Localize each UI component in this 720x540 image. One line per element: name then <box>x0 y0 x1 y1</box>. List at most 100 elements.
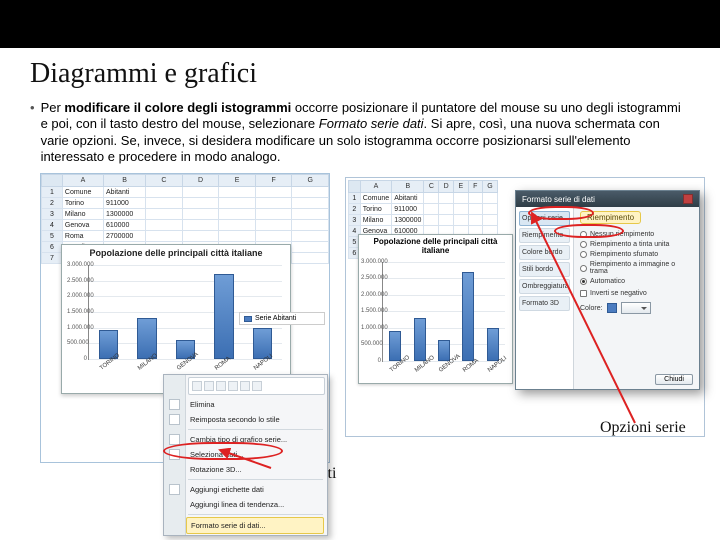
cell <box>146 231 183 242</box>
cell <box>255 198 292 209</box>
cell <box>292 220 329 231</box>
menu-label: Elimina <box>190 400 215 409</box>
col-header: D <box>439 181 454 193</box>
mini-toolbar[interactable] <box>188 377 325 395</box>
bar <box>214 274 233 359</box>
chart-title: Popolazione delle principali città itali… <box>66 249 286 259</box>
cell: Genova <box>62 220 103 231</box>
dialog-title: Formato serie di dati <box>522 195 595 204</box>
arrow-icon <box>510 208 640 428</box>
cell <box>146 220 183 231</box>
menu-label: Reimposta secondo lo stile <box>190 415 280 424</box>
cell <box>219 231 256 242</box>
body-paragraph: • Per modificare il colore degli istogra… <box>30 100 690 165</box>
col-header: F <box>468 181 482 193</box>
col-header: F <box>255 175 292 187</box>
legend-label: Serie Abitanti <box>255 315 296 322</box>
col-header: A <box>360 181 391 193</box>
cell <box>182 198 219 209</box>
cell <box>219 198 256 209</box>
cell <box>439 215 454 226</box>
cell <box>468 215 482 226</box>
highlight-oval-formato <box>163 442 283 460</box>
cell <box>146 187 183 198</box>
bullet-dot: • <box>30 100 35 165</box>
cell <box>292 242 329 253</box>
cell <box>454 204 469 215</box>
cell: 1300000 <box>103 209 145 220</box>
col-header: B <box>392 181 424 193</box>
cell <box>292 253 329 264</box>
left-screenshot: ABCDEFG 1ComuneAbitanti2Torino9110003Mil… <box>40 173 330 463</box>
bar <box>414 318 426 361</box>
cell: 1300000 <box>392 215 424 226</box>
cell <box>424 215 439 226</box>
row-number: 2 <box>42 198 63 209</box>
text-italic: Formato serie dati <box>319 116 424 131</box>
cell <box>439 204 454 215</box>
cell: Comune <box>360 193 391 204</box>
menu-label: Aggiungi linea di tendenza... <box>190 500 284 509</box>
row-number: 5 <box>42 231 63 242</box>
cell: Torino <box>360 204 391 215</box>
cell <box>482 215 497 226</box>
cell <box>439 193 454 204</box>
bar <box>438 340 450 360</box>
cell <box>292 187 329 198</box>
cell <box>424 204 439 215</box>
cell <box>255 209 292 220</box>
bar <box>389 331 401 361</box>
cell <box>255 220 292 231</box>
bar <box>462 272 474 361</box>
cell: Milano <box>360 215 391 226</box>
menu-icon <box>169 484 180 495</box>
menu-item[interactable]: Elimina <box>164 397 327 412</box>
cell: Torino <box>62 198 103 209</box>
cell <box>182 220 219 231</box>
menu-item[interactable]: Formato serie di dati... <box>186 517 324 534</box>
col-header: G <box>482 181 497 193</box>
cell: Milano <box>62 209 103 220</box>
col-header: C <box>424 181 439 193</box>
cell <box>255 187 292 198</box>
cell <box>182 209 219 220</box>
close-icon[interactable] <box>683 194 693 204</box>
embedded-chart-right: Popolazione delle principali città itali… <box>358 234 513 384</box>
menu-icon <box>169 434 180 445</box>
cell <box>482 204 497 215</box>
row-number: 6 <box>42 242 63 253</box>
col-header: D <box>182 175 219 187</box>
menu-icon <box>169 414 180 425</box>
menu-item[interactable]: Aggiungi etichette dati <box>164 482 327 497</box>
menu-item[interactable]: Reimposta secondo lo stile <box>164 412 327 427</box>
cell <box>468 193 482 204</box>
highlight-oval-riempimento <box>554 224 624 238</box>
cell: 610000 <box>103 220 145 231</box>
chart-legend: Serie Abitanti <box>239 312 325 325</box>
col-header: C <box>146 175 183 187</box>
col-header: B <box>103 175 145 187</box>
menu-item[interactable]: Aggiungi linea di tendenza... <box>164 497 327 512</box>
cell <box>255 231 292 242</box>
col-header: G <box>292 175 329 187</box>
cell: 911000 <box>103 198 145 209</box>
row-number: 3 <box>42 209 63 220</box>
cell: 2700000 <box>103 231 145 242</box>
row-number: 2 <box>349 204 361 215</box>
menu-label: Aggiungi etichette dati <box>190 485 264 494</box>
cell <box>292 209 329 220</box>
row-number: 4 <box>42 220 63 231</box>
close-button[interactable]: Chiudi <box>655 374 693 385</box>
cell <box>292 198 329 209</box>
text: Per <box>41 100 65 115</box>
cell <box>182 231 219 242</box>
top-bar <box>0 0 720 48</box>
legend-swatch <box>244 316 252 322</box>
row-number: 7 <box>42 253 63 264</box>
menu-label: Formato serie di dati... <box>191 521 266 530</box>
cell <box>482 193 497 204</box>
col-header <box>349 181 361 193</box>
slide-title: Diagrammi e grafici <box>30 58 690 90</box>
cell <box>146 209 183 220</box>
cell <box>219 209 256 220</box>
